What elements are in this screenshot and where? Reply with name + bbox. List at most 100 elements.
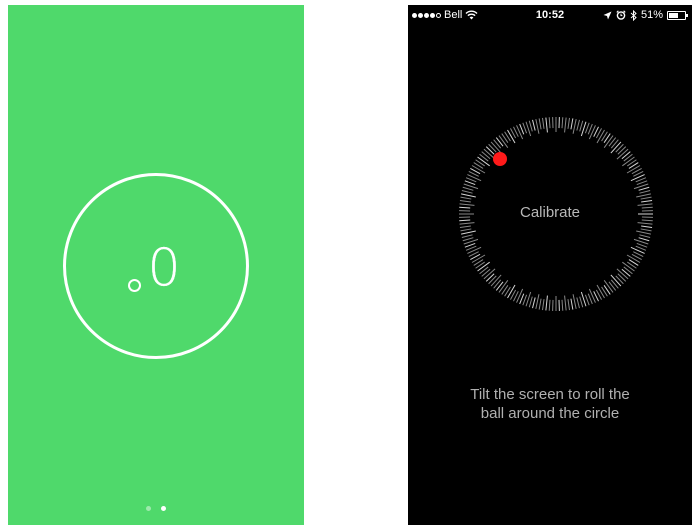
calibration-tick [467,174,482,182]
alarm-icon [616,10,626,20]
calibration-tick [542,299,545,311]
calibration-tick [488,143,497,153]
calibration-tick [542,117,545,129]
calibration-tick [461,193,476,198]
instruction-line: Tilt the screen to roll the [470,386,630,403]
page-dot-active[interactable] [161,506,166,511]
calibration-tick [532,297,536,309]
calibration-tick [610,139,619,149]
calibration-tick [641,225,653,228]
calibration-tick [640,228,652,232]
calibration-tick [485,273,495,282]
calibration-tick [461,230,476,235]
calibration-tick [471,254,486,263]
calibration-tick [639,234,651,238]
calibration-tick [538,298,542,310]
calibration-tick [638,237,650,242]
calibration-tick [576,297,580,309]
calibration-tick [637,222,653,225]
calibration-tick [462,237,474,242]
calibration-tick [638,186,650,191]
calibration-tick [567,299,570,311]
calibration-tick [507,284,516,299]
battery-icon [667,10,688,20]
calibration-tick [630,174,645,182]
calibration-tick [516,125,524,140]
calibration-tick [479,153,489,162]
calibration-tick [576,119,580,131]
calibration-tick [636,230,651,235]
calibration-tick [522,122,528,134]
calibration-tick [561,117,564,129]
calibration-tick [532,119,536,131]
page-dot[interactable] [146,506,151,511]
calibration-tick [596,284,605,299]
calibration-tick [522,294,528,306]
calibration-tick [561,299,564,311]
calibration-tick [498,280,509,293]
calibration-tick [493,139,502,149]
calibration-tick [626,165,641,174]
calibration-tick [596,129,605,144]
calibration-tick [548,299,551,311]
calibration-tick [630,246,645,254]
calibration-tick [495,137,504,147]
calibration-tick [535,119,540,134]
calibration-tick [636,193,651,198]
calibration-tick [636,242,648,248]
battery-percent: 51% [640,9,663,21]
calibration-tick [622,261,635,272]
calibration-tick [479,266,489,275]
calibration-tick [498,135,509,148]
wifi-icon [465,10,478,20]
calibration-tick [459,222,475,225]
calibration-tick [617,146,627,155]
level-readout: 0 [66,176,246,356]
calibration-tick [588,125,596,140]
calibration-tick [639,190,651,194]
calibration-screen: Bell 10:52 51% Calibrate Tilt the screen… [408,5,692,525]
calibration-tick [623,266,633,275]
calibration-tick [603,135,614,148]
calibration-tick [603,280,614,293]
calibration-tick [488,275,497,285]
calibration-tick [459,200,471,203]
calibration-tick [570,118,574,130]
calibration-tick [548,117,551,129]
calibration-tick [464,180,476,186]
instruction-line: ball around the circle [480,405,620,422]
calibration-tick [516,288,524,303]
calibration-tick [564,295,567,311]
calibration-tick [617,273,627,282]
calibration-tick [481,151,491,160]
calibration-tick [545,295,548,311]
calibration-tick [495,281,504,291]
status-left: Bell [412,9,478,21]
calibration-tick [477,156,490,167]
calibration-tick [626,254,641,263]
status-right: 51% [603,9,688,21]
calibration-tick [460,196,472,200]
calibration-tick [528,120,533,132]
calibration-ball [493,152,507,166]
calibration-tick [572,294,577,309]
calibration-tick [462,186,474,191]
status-bar: Bell 10:52 51% [408,5,692,25]
calibration-tick [621,151,631,160]
calibrate-label: Calibrate [519,204,581,221]
level-circle: 0 [63,173,249,359]
calibration-tick [545,117,548,133]
calibration-tick [485,146,495,155]
calibration-instructions: Tilt the screen to roll the ball around … [408,385,692,423]
calibration-tick [622,156,635,167]
calibration-tick [621,268,631,277]
calibration-tick [460,228,472,232]
calibration-tick [579,120,584,132]
calibration-tick [584,122,590,134]
calibration-tick [477,261,490,272]
calibration-tick [481,268,491,277]
calibration-tick [471,165,486,174]
calibration-tick [584,294,590,306]
calibration-tick [538,118,542,130]
page-indicator[interactable] [8,506,304,511]
